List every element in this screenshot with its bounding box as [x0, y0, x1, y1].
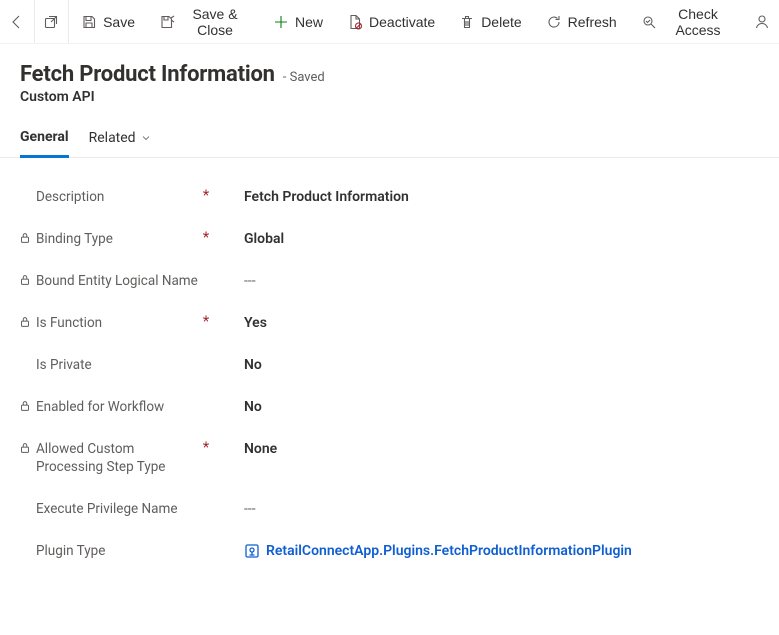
save-close-label: Save & Close	[181, 6, 249, 38]
field-label: Plugin Type	[36, 542, 105, 560]
field-label: Enabled for Workflow	[36, 398, 164, 416]
field-is-private: Is Private No	[20, 344, 759, 386]
field-value[interactable]: Fetch Product Information	[212, 188, 759, 206]
field-description: Description * Fetch Product Information	[20, 176, 759, 218]
tab-general-label: General	[20, 129, 69, 145]
lock-icon	[18, 441, 32, 455]
lock-icon	[18, 357, 32, 371]
person-icon	[754, 14, 770, 30]
lock-icon	[18, 189, 32, 203]
lock-icon	[18, 273, 32, 287]
field-label: Execute Privilege Name	[36, 500, 178, 518]
field-value[interactable]: None	[212, 440, 759, 458]
refresh-label: Refresh	[568, 14, 617, 30]
open-new-window-button[interactable]	[35, 0, 69, 43]
lock-icon	[18, 399, 32, 413]
new-button[interactable]: New	[261, 0, 335, 43]
new-label: New	[295, 14, 323, 30]
field-value[interactable]: Global	[212, 230, 759, 248]
field-label: Description	[36, 188, 104, 206]
required-asterisk: *	[200, 230, 212, 244]
form-general: Description * Fetch Product Information …	[0, 158, 779, 576]
field-value[interactable]: No	[212, 398, 759, 416]
field-label: Is Function	[36, 314, 102, 332]
field-allowed-step-type: Allowed Custom Processing Step Type * No…	[20, 428, 759, 488]
open-new-window-icon	[43, 14, 59, 30]
field-bound-entity: Bound Entity Logical Name ---	[20, 260, 759, 302]
required-asterisk: *	[200, 440, 212, 454]
save-close-button[interactable]: Save & Close	[147, 0, 261, 43]
check-access-icon	[641, 14, 657, 30]
field-label: Binding Type	[36, 230, 113, 248]
save-button[interactable]: Save	[69, 0, 147, 43]
lock-icon	[18, 543, 32, 557]
delete-label: Delete	[481, 14, 521, 30]
save-label: Save	[103, 14, 135, 30]
command-bar: Save Save & Close New Deactivate Delete …	[0, 0, 779, 44]
check-access-label: Check Access	[663, 6, 734, 38]
field-plugin-type: Plugin Type RetailConnectApp.Plugins.Fet…	[20, 530, 759, 576]
back-icon	[9, 14, 25, 30]
back-button[interactable]	[0, 0, 34, 43]
required-asterisk: *	[200, 314, 212, 328]
plus-icon	[273, 14, 289, 30]
field-value[interactable]: No	[212, 356, 759, 374]
page-title: Fetch Product Information	[20, 62, 275, 87]
refresh-icon	[546, 14, 562, 30]
entity-name: Custom API	[20, 89, 759, 105]
delete-icon	[459, 14, 475, 30]
deactivate-label: Deactivate	[369, 14, 435, 30]
field-label: Allowed Custom Processing Step Type	[36, 440, 200, 476]
deactivate-icon	[347, 14, 363, 30]
field-value[interactable]: Yes	[212, 314, 759, 332]
tab-related[interactable]: Related	[89, 126, 152, 158]
field-value[interactable]: RetailConnectApp.Plugins.FetchProductInf…	[212, 542, 759, 564]
plugin-type-value: RetailConnectApp.Plugins.FetchProductInf…	[266, 542, 632, 560]
page-header: Fetch Product Information - Saved Custom…	[0, 44, 779, 111]
field-execute-privilege: Execute Privilege Name ---	[20, 488, 759, 530]
field-enabled-workflow: Enabled for Workflow No	[20, 386, 759, 428]
lock-icon	[18, 231, 32, 245]
field-label: Bound Entity Logical Name	[36, 272, 198, 290]
lock-icon	[18, 501, 32, 515]
field-label: Is Private	[36, 356, 92, 374]
lock-icon	[18, 315, 32, 329]
save-close-icon	[159, 14, 175, 30]
check-access-button[interactable]: Check Access	[629, 0, 746, 43]
plugin-type-lookup[interactable]: RetailConnectApp.Plugins.FetchProductInf…	[244, 542, 632, 560]
field-value[interactable]: ---	[212, 272, 759, 290]
save-status: - Saved	[283, 70, 325, 85]
delete-button[interactable]: Delete	[447, 0, 533, 43]
field-value[interactable]: ---	[212, 500, 759, 518]
deactivate-button[interactable]: Deactivate	[335, 0, 447, 43]
field-is-function: Is Function * Yes	[20, 302, 759, 344]
chevron-down-icon	[140, 132, 152, 144]
lookup-icon	[244, 543, 260, 559]
required-asterisk: *	[200, 188, 212, 202]
refresh-button[interactable]: Refresh	[534, 0, 629, 43]
tabs-row: General Related	[0, 111, 779, 158]
tab-related-label: Related	[89, 130, 136, 146]
field-binding-type: Binding Type * Global	[20, 218, 759, 260]
assign-button[interactable]	[745, 0, 779, 43]
tab-general[interactable]: General	[20, 125, 69, 158]
save-icon	[81, 14, 97, 30]
